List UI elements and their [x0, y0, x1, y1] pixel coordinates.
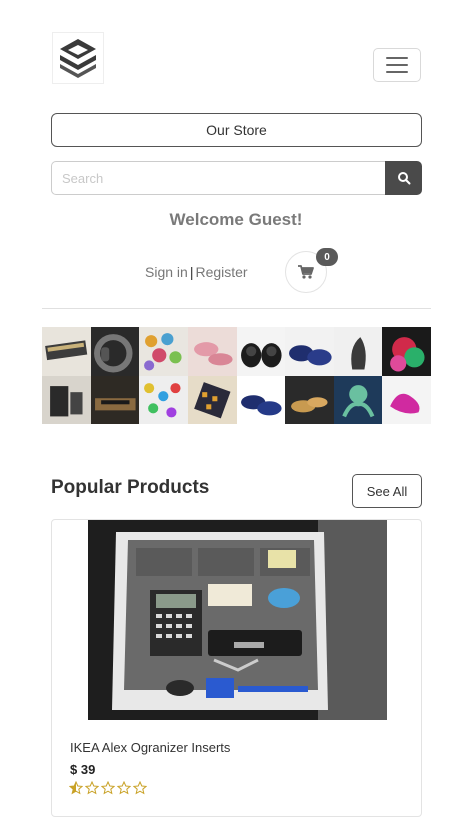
banner-tile — [139, 327, 188, 376]
site-logo[interactable] — [52, 32, 104, 84]
shopping-cart-icon — [298, 265, 314, 279]
hamburger-menu-icon — [386, 57, 408, 59]
star-empty-icon — [117, 781, 131, 795]
banner-tile — [333, 327, 383, 376]
search-bar — [51, 161, 422, 195]
banner-tile — [42, 375, 91, 424]
cube-logo-icon — [60, 39, 96, 78]
star-empty-icon — [85, 781, 99, 795]
product-image[interactable] — [88, 520, 387, 720]
see-all-button[interactable]: See All — [352, 474, 422, 508]
auth-links: Sign in | Register — [145, 264, 248, 280]
banner-tile — [90, 327, 140, 376]
product-rating — [69, 781, 147, 795]
banner-tile — [139, 375, 188, 424]
banner-tile — [333, 375, 383, 424]
search-input[interactable] — [51, 161, 385, 195]
banner-tile — [187, 327, 237, 376]
banner-tile — [285, 327, 334, 376]
welcome-message: Welcome Guest! — [169, 210, 303, 229]
hamburger-line — [386, 64, 408, 66]
search-icon — [397, 172, 410, 185]
popular-products-title: Popular Products — [51, 477, 210, 498]
banner-tile — [236, 327, 286, 376]
search-button[interactable] — [385, 161, 422, 195]
product-price: $ 39 — [70, 762, 96, 777]
sign-in-link[interactable]: Sign in — [145, 264, 188, 280]
banner-tile — [382, 375, 431, 424]
banner-tile — [382, 327, 431, 376]
banner-tile — [90, 375, 140, 424]
banner-tile — [42, 327, 91, 376]
banner-tile — [187, 375, 237, 424]
register-link[interactable]: Register — [195, 264, 247, 280]
cart-count-badge: 0 — [316, 248, 338, 266]
star-empty-icon — [101, 781, 115, 795]
star-empty-icon — [133, 781, 147, 795]
banner-tile — [236, 375, 286, 424]
header-divider — [42, 308, 431, 309]
our-store-button[interactable]: Our Store — [51, 113, 422, 147]
menu-toggle-button[interactable] — [373, 48, 421, 82]
product-name[interactable]: IKEA Alex Ogranizer Inserts — [70, 740, 230, 755]
hamburger-line — [386, 71, 408, 73]
product-card[interactable]: IKEA Alex Ogranizer Inserts $ 39 — [51, 519, 422, 817]
category-banner-image[interactable] — [42, 327, 431, 424]
auth-separator: | — [189, 264, 194, 280]
banner-tile — [285, 375, 334, 424]
star-filled-icon — [69, 781, 83, 795]
